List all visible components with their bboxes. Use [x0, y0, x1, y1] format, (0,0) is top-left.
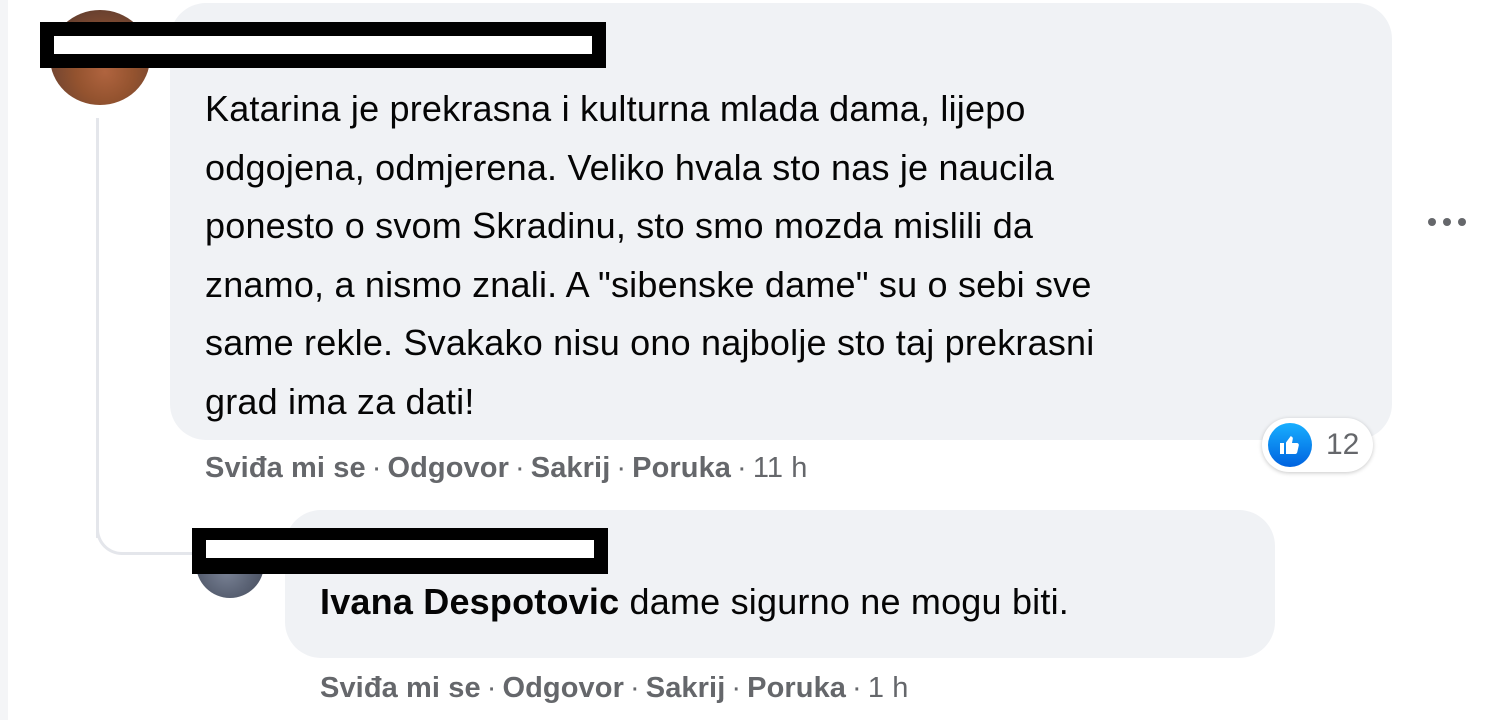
- hide-link[interactable]: Sakrij: [531, 452, 611, 484]
- separator: ·: [486, 672, 497, 704]
- thread-connector: [96, 505, 196, 555]
- separator: ·: [616, 452, 627, 484]
- left-panel-edge: [0, 0, 8, 720]
- reaction-summary[interactable]: 12: [1262, 418, 1374, 472]
- separator: ·: [371, 452, 382, 484]
- hide-link[interactable]: Sakrij: [646, 672, 726, 704]
- separator: ·: [629, 672, 640, 704]
- timestamp[interactable]: 11 h: [753, 452, 808, 484]
- message-link[interactable]: Poruka: [747, 672, 846, 704]
- reaction-count: 12: [1326, 428, 1360, 461]
- comment-actions: Sviđa mi se · Odgovor · Sakrij · Poruka · 11 h: [205, 452, 808, 485]
- thread-line: [96, 118, 99, 538]
- separator: ·: [731, 672, 742, 704]
- reply-actions: Sviđa mi se · Odgovor · Sakrij · Poruka · 1 h: [320, 672, 908, 705]
- redacted-author-name: [40, 22, 606, 68]
- reply-text: Ivana Despotovic dame sigurno ne mogu bi…: [320, 580, 1260, 624]
- message-link[interactable]: Poruka: [632, 452, 731, 484]
- timestamp[interactable]: 1 h: [868, 672, 909, 704]
- comment-line: Katarina je prekrasna i kulturna mlada d…: [205, 88, 1026, 129]
- comment-text: Katarina je prekrasna i kulturna mlada d…: [205, 80, 1325, 431]
- separator: ·: [737, 452, 747, 484]
- comment-line: odgojena, odmjerena. Veliko hvala sto na…: [205, 146, 1054, 188]
- comment-line: ponesto o svom Skradinu, sto smo mozda m…: [205, 205, 1034, 246]
- comment-line: grad ima za dati!: [205, 380, 475, 422]
- separator: ·: [852, 672, 862, 704]
- more-horizontal-icon[interactable]: [1428, 212, 1474, 232]
- reply-body: dame sigurno ne mogu biti.: [629, 581, 1069, 622]
- like-link[interactable]: Sviđa mi se: [205, 452, 366, 484]
- comment-line: same rekle. Svakako nisu ono najbolje st…: [205, 322, 1095, 363]
- reply-link[interactable]: Odgovor: [502, 672, 624, 704]
- tagged-user-link[interactable]: Ivana Despotovic: [320, 581, 619, 622]
- like-icon: [1268, 423, 1312, 467]
- redacted-reply-author-name: [192, 528, 608, 574]
- separator: ·: [514, 452, 525, 484]
- like-link[interactable]: Sviđa mi se: [320, 672, 481, 704]
- comment-line: znamo, a nismo znali. A "sibenske dame" …: [205, 263, 1092, 305]
- reply-link[interactable]: Odgovor: [387, 452, 509, 484]
